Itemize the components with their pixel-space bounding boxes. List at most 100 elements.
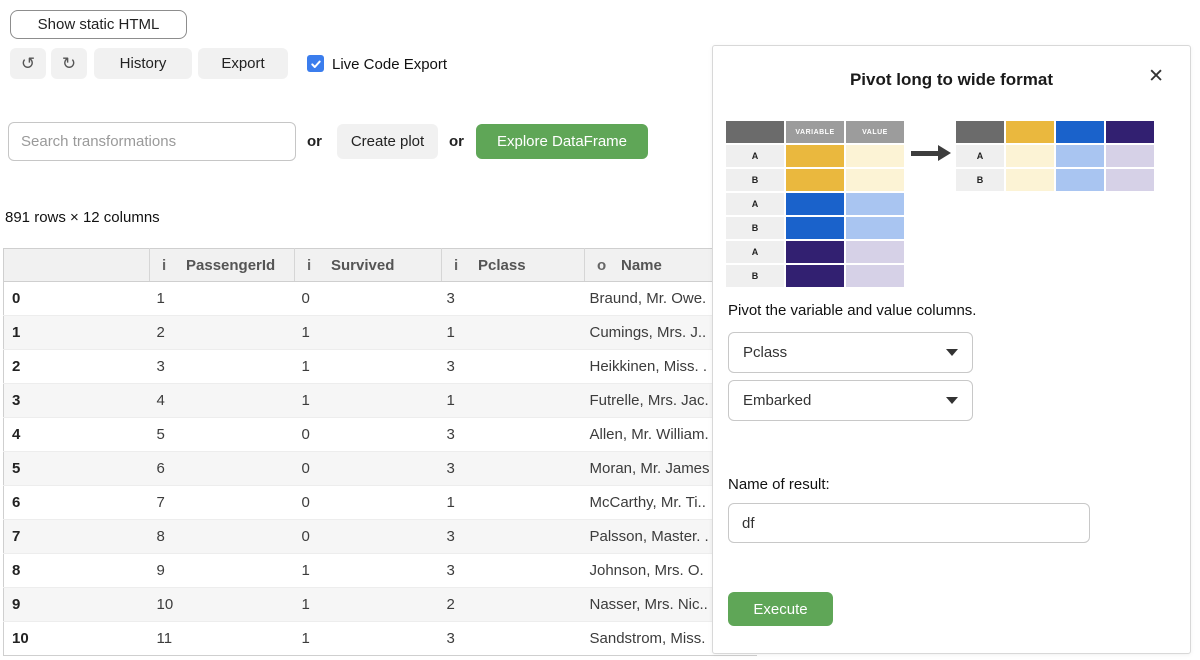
dtype-int-icon: i (162, 257, 186, 274)
bamboolib-app: Show static HTML ↺ ↻ History Export Live… (0, 0, 1200, 660)
cell: 2 (442, 588, 585, 622)
cell: 1 (295, 588, 442, 622)
diagram-cell (1106, 121, 1154, 143)
table-row: 3 4 1 1 Futrelle, Mrs. Jac. (4, 384, 757, 418)
diagram-cell (1056, 145, 1104, 167)
explore-dataframe-button[interactable]: Explore DataFrame (476, 124, 648, 159)
diagram-cell (786, 217, 844, 239)
or-label: or (449, 133, 464, 150)
diagram-row-label: A (726, 193, 784, 215)
cell: 9 (150, 554, 295, 588)
diagram-cell (1006, 121, 1054, 143)
create-plot-button[interactable]: Create plot (337, 124, 438, 159)
dialog-title: Pivot long to wide format (713, 70, 1190, 90)
cell: 4 (150, 384, 295, 418)
table-header-row: iPassengerId iSurvived iPclass oName (4, 249, 757, 282)
show-static-html-button[interactable]: Show static HTML (10, 10, 187, 39)
diagram-cell (846, 241, 904, 263)
cell: 0 (295, 486, 442, 520)
history-button[interactable]: History (94, 48, 192, 79)
result-name-label: Name of result: (728, 476, 830, 493)
column-header-survived[interactable]: iSurvived (295, 249, 442, 282)
dataframe-table: iPassengerId iSurvived iPclass oName 0 (3, 248, 756, 656)
row-index: 6 (4, 486, 150, 520)
column-header-pclass[interactable]: iPclass (442, 249, 585, 282)
diagram-row-label: B (726, 265, 784, 287)
result-name-input[interactable] (728, 503, 1090, 543)
value-column-value: Embarked (743, 392, 811, 409)
cell: 8 (150, 520, 295, 554)
row-index: 8 (4, 554, 150, 588)
diagram-cell (1006, 145, 1054, 167)
close-icon[interactable]: ✕ (1148, 67, 1164, 86)
table-row: 5 6 0 3 Moran, Mr. James (4, 452, 757, 486)
row-index: 0 (4, 282, 150, 316)
table-row: 4 5 0 3 Allen, Mr. William. (4, 418, 757, 452)
dtype-int-icon: i (307, 257, 331, 274)
live-code-export-checkbox[interactable] (307, 55, 324, 72)
variable-column-select[interactable]: Pclass (728, 332, 973, 373)
row-index: 1 (4, 316, 150, 350)
table-row: 9 10 1 2 Nasser, Mrs. Nic.. (4, 588, 757, 622)
cell: 3 (442, 622, 585, 656)
table-row: 10 11 1 3 Sandstrom, Miss. (4, 622, 757, 656)
cell: 1 (295, 316, 442, 350)
table-row: 1 2 1 1 Cumings, Mrs. J.. (4, 316, 757, 350)
pivot-diagram-wide-table: A B (956, 121, 1154, 191)
diagram-cell (1056, 169, 1104, 191)
chevron-down-icon (946, 349, 958, 356)
cell: 10 (150, 588, 295, 622)
chevron-down-icon (946, 397, 958, 404)
row-index: 4 (4, 418, 150, 452)
table-row: 2 3 1 3 Heikkinen, Miss. . (4, 350, 757, 384)
cell: 7 (150, 486, 295, 520)
value-column-select[interactable]: Embarked (728, 380, 973, 421)
redo-icon[interactable]: ↻ (51, 48, 87, 79)
live-code-export-label: Live Code Export (332, 56, 447, 73)
diagram-corner-cell (956, 121, 1004, 143)
or-label: or (307, 133, 322, 150)
cell: 3 (442, 520, 585, 554)
cell: 3 (442, 418, 585, 452)
cell: 6 (150, 452, 295, 486)
diagram-row-label: A (956, 145, 1004, 167)
dtype-object-icon: o (597, 257, 621, 274)
diagram-cell (846, 169, 904, 191)
diagram-cell (846, 193, 904, 215)
pivot-description: Pivot the variable and value columns. (728, 302, 976, 319)
diagram-row-label: B (956, 169, 1004, 191)
execute-button[interactable]: Execute (728, 592, 833, 626)
cell: 0 (295, 282, 442, 316)
cell: 3 (442, 452, 585, 486)
diagram-cell (786, 145, 844, 167)
search-input[interactable] (8, 122, 296, 161)
diagram-row-label: B (726, 169, 784, 191)
row-index: 7 (4, 520, 150, 554)
diagram-cell (786, 193, 844, 215)
diagram-cell (1106, 169, 1154, 191)
row-index: 10 (4, 622, 150, 656)
cell: 1 (295, 622, 442, 656)
diagram-cell (1006, 169, 1054, 191)
cell: 0 (295, 418, 442, 452)
diagram-cell (846, 217, 904, 239)
diagram-row-label: A (726, 145, 784, 167)
row-index: 9 (4, 588, 150, 622)
diagram-cell (1056, 121, 1104, 143)
cell: 0 (295, 452, 442, 486)
cell: 1 (442, 316, 585, 350)
table-row: 6 7 0 1 McCarthy, Mr. Ti.. (4, 486, 757, 520)
diagram-cell (846, 145, 904, 167)
column-header-passengerid[interactable]: iPassengerId (150, 249, 295, 282)
export-button[interactable]: Export (198, 48, 288, 79)
diagram-cell (786, 169, 844, 191)
pivot-dialog: Pivot long to wide format ✕ VARIABLE VAL… (712, 45, 1191, 654)
diagram-corner-cell (726, 121, 784, 143)
diagram-row-label: A (726, 241, 784, 263)
undo-icon[interactable]: ↺ (10, 48, 46, 79)
column-header-index[interactable] (4, 249, 150, 282)
dtype-int-icon: i (454, 257, 478, 274)
cell: 3 (150, 350, 295, 384)
cell: 1 (442, 384, 585, 418)
cell: 1 (295, 350, 442, 384)
